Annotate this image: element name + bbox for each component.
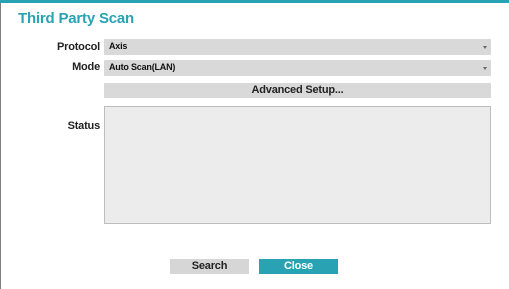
advanced-setup-button[interactable]: Advanced Setup...: [104, 83, 491, 98]
protocol-select-value: Axis: [109, 41, 128, 51]
protocol-select[interactable]: Axis: [104, 39, 491, 55]
mode-select[interactable]: Auto Scan(LAN): [104, 60, 491, 76]
mode-select-value: Auto Scan(LAN): [109, 62, 176, 72]
close-button[interactable]: Close: [259, 259, 338, 274]
status-label: Status: [67, 120, 101, 132]
chevron-down-icon: [483, 46, 487, 49]
chevron-down-icon: [483, 67, 487, 70]
status-output-box: [104, 106, 491, 224]
protocol-label: Protocol: [56, 41, 100, 53]
dialog-top-accent-bar: [0, 0, 509, 3]
dialog-title: Third Party Scan: [18, 10, 135, 27]
dialog-left-border: [0, 3, 1, 289]
mode-label: Mode: [72, 61, 100, 73]
search-button[interactable]: Search: [170, 259, 249, 274]
